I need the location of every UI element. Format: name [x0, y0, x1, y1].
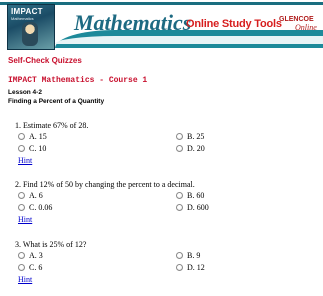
radio-button[interactable] [176, 264, 183, 271]
option-label: A. 15 [29, 132, 47, 141]
logo-brand-text: GLENCOE [279, 16, 314, 23]
radio-button[interactable] [176, 192, 183, 199]
radio-button[interactable] [176, 133, 183, 140]
book-cover-subtitle: Mathematics [11, 16, 34, 21]
course-title: IMPACT Mathematics - Course 1 [8, 76, 148, 85]
book-cover-figure [22, 22, 38, 46]
question-text: 3. What is 25% of 12? [15, 240, 87, 249]
option-label: B. 9 [187, 251, 201, 260]
option-c[interactable]: C. 0.06 [18, 203, 52, 212]
book-cover-image: IMPACT Mathematics [7, 4, 55, 50]
hint-link[interactable]: Hint [18, 156, 32, 165]
option-b[interactable]: B. 60 [176, 191, 204, 200]
radio-button[interactable] [18, 133, 25, 140]
question-text: 2. Find 12% of 50 by changing the percen… [15, 180, 195, 189]
topic-title: Finding a Percent of a Quantity [8, 98, 105, 105]
option-c[interactable]: C. 10 [18, 144, 46, 153]
section-title: Self-Check Quizzes [8, 56, 82, 65]
option-b[interactable]: B. 25 [176, 132, 204, 141]
option-label: D. 20 [187, 144, 205, 153]
option-a[interactable]: A. 15 [18, 132, 47, 141]
option-label: D. 12 [187, 263, 205, 272]
option-label: A. 3 [29, 251, 43, 260]
publisher-logo[interactable]: GLENCOE Online [279, 16, 319, 36]
lesson-label: Lesson 4-2 [8, 89, 42, 96]
option-b[interactable]: B. 9 [176, 251, 200, 260]
logo-online-text: Online [295, 23, 317, 32]
app-subtitle: Online Study Tools [186, 18, 282, 30]
banner-swoosh-highlight [55, 36, 323, 44]
radio-button[interactable] [18, 252, 25, 259]
option-a[interactable]: A. 6 [18, 191, 43, 200]
radio-button[interactable] [18, 204, 25, 211]
hint-link[interactable]: Hint [18, 215, 32, 224]
option-label: A. 6 [29, 191, 43, 200]
header-banner: IMPACT Mathematics Mathematics Online St… [0, 0, 323, 50]
option-label: B. 25 [187, 132, 205, 141]
option-label: C. 10 [29, 144, 47, 153]
option-label: C. 6 [29, 263, 43, 272]
app-title: Mathematics [74, 10, 192, 35]
radio-button[interactable] [176, 145, 183, 152]
option-c[interactable]: C. 6 [18, 263, 42, 272]
radio-button[interactable] [176, 204, 183, 211]
radio-button[interactable] [18, 145, 25, 152]
option-d[interactable]: D. 600 [176, 203, 209, 212]
option-a[interactable]: A. 3 [18, 251, 43, 260]
option-label: B. 60 [187, 191, 205, 200]
radio-button[interactable] [176, 252, 183, 259]
option-label: D. 600 [187, 203, 209, 212]
option-d[interactable]: D. 12 [176, 263, 205, 272]
question-text: 1. Estimate 67% of 28. [15, 121, 89, 130]
hint-link[interactable]: Hint [18, 275, 32, 284]
option-label: C. 0.06 [29, 203, 53, 212]
book-cover-title: IMPACT [11, 7, 43, 16]
radio-button[interactable] [18, 264, 25, 271]
option-d[interactable]: D. 20 [176, 144, 205, 153]
radio-button[interactable] [18, 192, 25, 199]
